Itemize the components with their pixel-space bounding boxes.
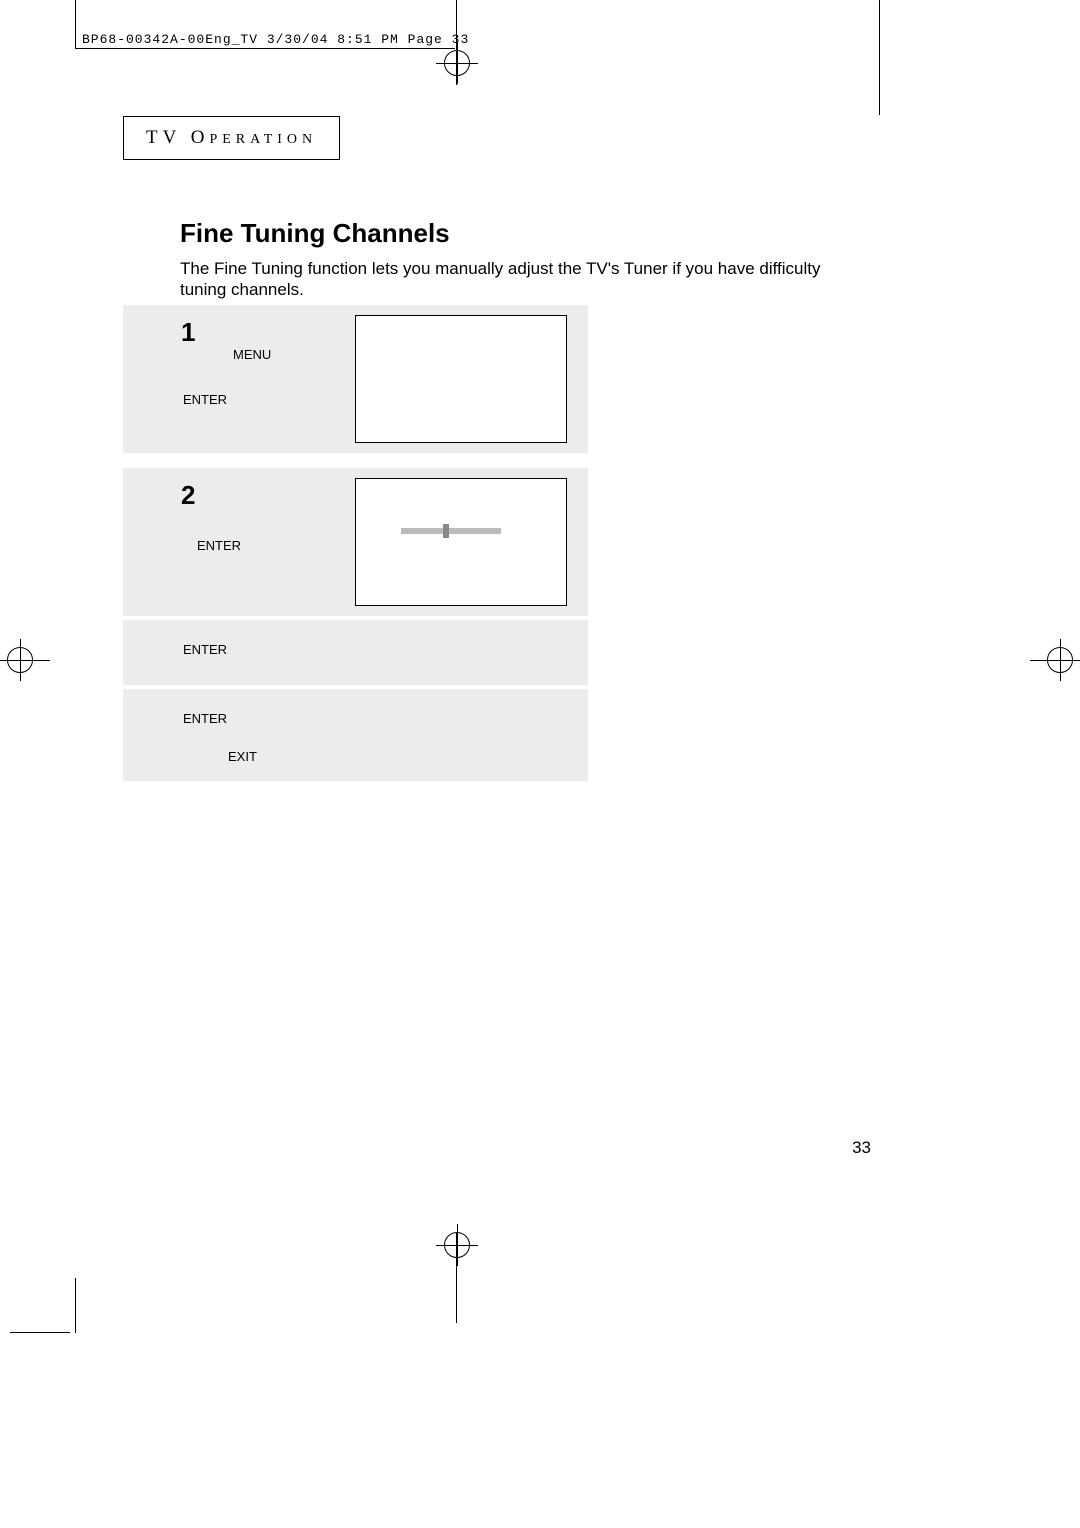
register-mark-left [7, 647, 33, 673]
step-1-box: 1 MENU ENTER [123, 305, 588, 453]
header-text: BP68-00342A-00Eng_TV 3/30/04 8:51 PM Pag… [82, 32, 469, 47]
description-text: The Fine Tuning function lets you manual… [180, 258, 840, 301]
screenshot-placeholder-1 [355, 315, 567, 443]
header-rule [75, 48, 455, 49]
step-1-number: 1 [181, 317, 195, 348]
crop-mark [10, 1332, 70, 1333]
step-2-number: 2 [181, 480, 195, 511]
label-enter: ENTER [183, 642, 227, 657]
section-tv: TV [146, 127, 181, 148]
label-enter: ENTER [183, 711, 227, 726]
step-2-group: 2 ENTER ENTER ENTER EXIT [123, 468, 588, 781]
label-exit: EXIT [228, 749, 257, 764]
crop-mark [75, 1278, 76, 1333]
section-header-box: TV OPERATION [123, 116, 340, 160]
register-mark-top [444, 50, 470, 76]
crop-mark [879, 0, 880, 115]
step-2-box-b: ENTER [123, 620, 588, 685]
step-2-box-c: ENTER EXIT [123, 689, 588, 781]
fine-tune-slider-thumb [443, 524, 449, 538]
crop-mark [75, 0, 76, 48]
section-op-rest: PERATION [209, 132, 317, 147]
main-title: Fine Tuning Channels [180, 218, 450, 249]
fine-tune-slider-track [401, 528, 501, 534]
screenshot-placeholder-2 [355, 478, 567, 606]
register-mark-bottom [444, 1232, 470, 1258]
label-menu: MENU [233, 347, 271, 362]
section-op-cap: O [191, 127, 210, 148]
register-mark-right [1047, 647, 1073, 673]
page-number: 33 [852, 1138, 871, 1158]
step-2-box-a: 2 ENTER [123, 468, 588, 616]
label-enter: ENTER [183, 392, 227, 407]
label-enter: ENTER [197, 538, 241, 553]
